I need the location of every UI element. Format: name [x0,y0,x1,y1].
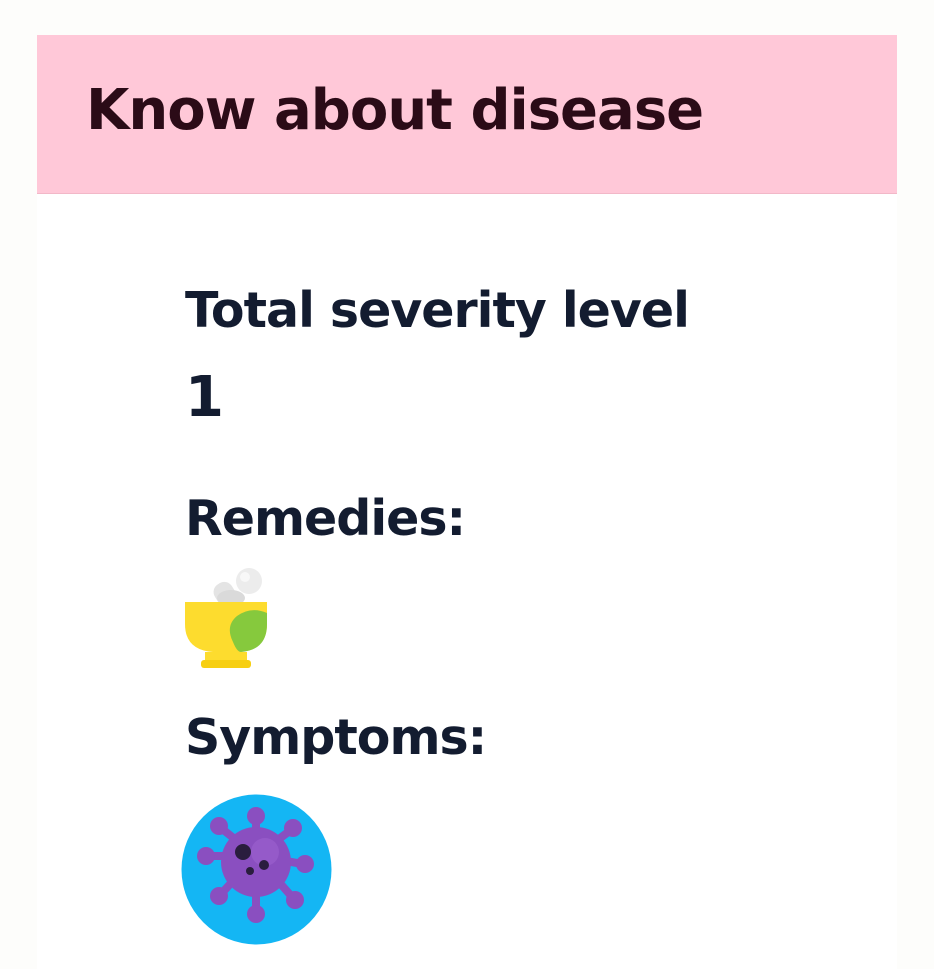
severity-label: Total severity level [185,282,690,339]
page-title: Know about disease [86,78,704,143]
symptoms-label: Symptoms: [185,709,487,766]
remedies-label: Remedies: [185,490,466,547]
disease-info-card: Know about disease Total severity level … [37,35,897,969]
severity-value: 1 [185,365,224,430]
virus-icon [181,794,332,945]
mortar-pestle-icon [183,566,271,670]
page-header: Know about disease [37,35,897,193]
